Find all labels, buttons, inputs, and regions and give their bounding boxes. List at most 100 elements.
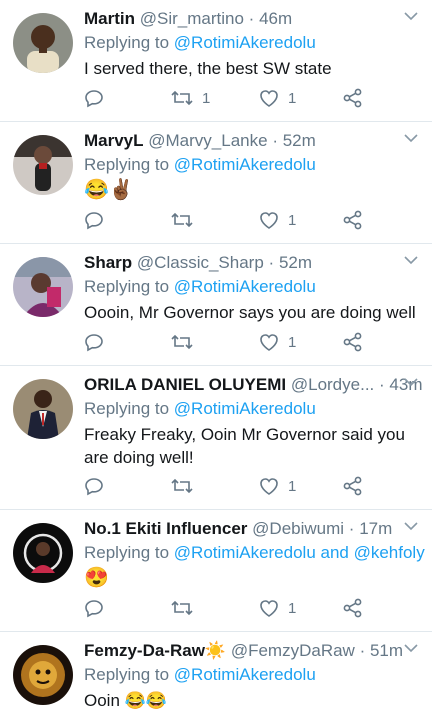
tweet-row[interactable]: Sharp @Classic_Sharp · 52m Replying to @… [0, 244, 432, 366]
tweet-header: Sharp @Classic_Sharp · 52m [84, 252, 422, 274]
tweet-text: Ooin 😂😂 [84, 691, 167, 710]
reply-button[interactable] [84, 208, 104, 232]
chevron-down-icon[interactable] [404, 133, 418, 143]
tweet-text: I served there, the best SW state [84, 59, 332, 78]
avatar[interactable] [13, 257, 73, 317]
author-handle[interactable]: @Marvy_Lanke [148, 131, 267, 150]
retweet-button[interactable] [170, 208, 202, 232]
author-name[interactable]: No.1 Ekiti Influencer [84, 519, 247, 538]
mention-link[interactable]: @RotimiAkeredolu [174, 33, 316, 52]
like-button[interactable]: 1 [258, 474, 296, 498]
chevron-down-icon[interactable] [404, 377, 418, 387]
reply-button[interactable] [84, 86, 104, 110]
replying-to-label: Replying to [84, 33, 170, 52]
share-icon [343, 210, 362, 230]
share-button[interactable] [342, 596, 364, 620]
avatar[interactable] [13, 135, 73, 195]
separator-dot: · [379, 375, 385, 394]
chevron-down-icon[interactable] [404, 643, 418, 653]
tweet-text: Oooin, Mr Governor says you are doing we… [84, 303, 416, 322]
share-button[interactable] [342, 330, 364, 354]
tweet-header: Femzy-Da-Raw☀️ @FemzyDaRaw · 51m [84, 640, 422, 662]
tweet-header: No.1 Ekiti Influencer @Debiwumi · 17m [84, 518, 422, 540]
tweet-actions: 1 [84, 474, 374, 498]
share-icon [343, 88, 362, 108]
tweet-row[interactable]: Femzy-Da-Raw☀️ @FemzyDaRaw · 51m Replyin… [0, 632, 432, 720]
avatar[interactable] [13, 13, 73, 73]
separator-dot: · [268, 253, 275, 272]
retweet-button[interactable]: 1 [170, 86, 210, 110]
tweet-header: Martin @Sir_martino · 46m [84, 8, 422, 30]
mention-link[interactable]: @RotimiAkeredolu and @kehfoly [174, 543, 425, 562]
chevron-down-icon[interactable] [404, 11, 418, 21]
like-button[interactable]: 1 [258, 330, 296, 354]
tweet-text: 😂✌🏾 [84, 179, 134, 201]
author-handle[interactable]: @FemzyDaRaw [231, 641, 355, 660]
share-button[interactable] [342, 474, 364, 498]
replying-to-label: Replying to [84, 277, 170, 296]
author-name[interactable]: ORILA DANIEL OLUYEMI [84, 375, 286, 394]
tweet-actions: 1 [84, 596, 374, 620]
tweet-row[interactable]: Martin @Sir_martino · 46m Replying to @R… [0, 0, 432, 122]
share-icon [343, 476, 362, 496]
reply-icon [85, 478, 103, 496]
avatar[interactable] [13, 379, 73, 439]
author-name[interactable]: Femzy-Da-Raw☀️ [84, 641, 226, 660]
reply-icon [85, 212, 103, 230]
timestamp[interactable]: 52m [283, 131, 316, 150]
like-button[interactable]: 1 [258, 208, 296, 232]
author-handle[interactable]: @Sir_martino [140, 9, 244, 28]
chevron-down-icon[interactable] [404, 521, 418, 531]
mention-link[interactable]: @RotimiAkeredolu [174, 155, 316, 174]
like-count: 1 [288, 477, 297, 495]
author-name[interactable]: Martin [84, 9, 135, 28]
heart-icon [260, 478, 278, 495]
author-name[interactable]: MarvyL [84, 131, 144, 150]
like-count: 1 [288, 333, 297, 351]
timestamp[interactable]: 52m [279, 253, 312, 272]
share-icon [343, 598, 362, 618]
tweet-header: MarvyL @Marvy_Lanke · 52m [84, 130, 422, 152]
replying-to: Replying to @RotimiAkeredolu [84, 398, 422, 420]
tweet-row[interactable]: ORILA DANIEL OLUYEMI @Lordye... · 43m Re… [0, 366, 432, 510]
reply-button[interactable] [84, 330, 104, 354]
heart-icon [260, 212, 278, 229]
like-button[interactable]: 1 [258, 596, 296, 620]
author-handle[interactable]: @Lordye... [291, 375, 374, 394]
timestamp[interactable]: 46m [259, 9, 292, 28]
share-button[interactable] [342, 86, 364, 110]
mention-link[interactable]: @RotimiAkeredolu [174, 399, 316, 418]
timestamp[interactable]: 17m [359, 519, 392, 538]
avatar[interactable] [13, 645, 73, 705]
timestamp[interactable]: 51m [370, 641, 403, 660]
author-handle[interactable]: @Debiwumi [252, 519, 344, 538]
reply-icon [85, 90, 103, 108]
reply-button[interactable] [84, 474, 104, 498]
heart-icon [260, 334, 278, 351]
tweet-row[interactable]: MarvyL @Marvy_Lanke · 52m Replying to @R… [0, 122, 432, 244]
tweet-actions: 1 [84, 208, 374, 232]
replying-to-label: Replying to [84, 399, 170, 418]
chevron-down-icon[interactable] [404, 255, 418, 265]
separator-dot: · [348, 519, 355, 538]
mention-link[interactable]: @RotimiAkeredolu [174, 665, 316, 684]
avatar[interactable] [13, 523, 73, 583]
reply-icon [85, 334, 103, 352]
tweet-row[interactable]: No.1 Ekiti Influencer @Debiwumi · 17m Re… [0, 510, 432, 632]
heart-icon [260, 90, 278, 107]
retweet-count: 1 [202, 89, 211, 107]
retweet-button[interactable] [170, 330, 202, 354]
like-button[interactable]: 1 [258, 86, 296, 110]
author-name[interactable]: Sharp [84, 253, 132, 272]
share-button[interactable] [342, 208, 364, 232]
retweet-icon [171, 600, 193, 616]
mention-link[interactable]: @RotimiAkeredolu [174, 277, 316, 296]
tweet-actions: 1 1 [84, 86, 374, 110]
retweet-button[interactable] [170, 596, 202, 620]
retweet-button[interactable] [170, 474, 202, 498]
tweet-text: 😍 [84, 567, 109, 589]
reply-button[interactable] [84, 596, 104, 620]
replying-to: Replying to @RotimiAkeredolu and @kehfol… [84, 542, 425, 564]
retweet-icon [171, 478, 193, 494]
author-handle[interactable]: @Classic_Sharp [137, 253, 264, 272]
